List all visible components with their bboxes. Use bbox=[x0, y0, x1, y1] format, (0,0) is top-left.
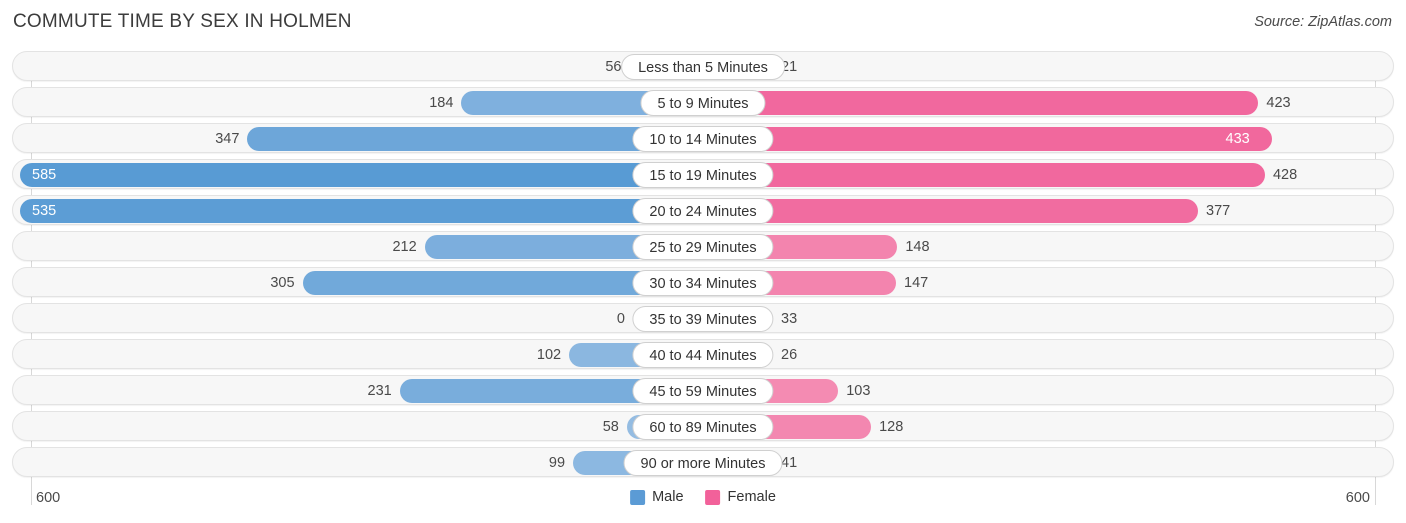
value-label-female: 433 bbox=[1225, 131, 1250, 147]
category-label: 10 to 14 Minutes bbox=[632, 126, 774, 152]
value-label-female: 33 bbox=[781, 311, 798, 327]
bar-male bbox=[20, 199, 703, 223]
chart-row: 58 128 60 to 89 Minutes bbox=[12, 411, 1394, 441]
category-label: 60 to 89 Minutes bbox=[632, 414, 774, 440]
category-label: 35 to 39 Minutes bbox=[632, 306, 774, 332]
chart-row: 0 33 35 to 39 Minutes bbox=[12, 303, 1394, 333]
chart-row: 585 428 15 to 19 Minutes bbox=[12, 159, 1394, 189]
value-label-male: 0 bbox=[616, 311, 625, 327]
legend-swatch-icon bbox=[705, 489, 721, 505]
value-label-male: 231 bbox=[367, 383, 392, 399]
value-label-male: 535 bbox=[32, 203, 57, 219]
value-label-female: 26 bbox=[781, 347, 798, 363]
chart-row: 231 103 45 to 59 Minutes bbox=[12, 375, 1394, 405]
category-label: Less than 5 Minutes bbox=[621, 54, 785, 80]
chart-container: COMMUTE TIME BY SEX IN HOLMEN Source: Zi… bbox=[0, 0, 1406, 523]
value-label-male: 102 bbox=[536, 347, 562, 363]
category-label: 40 to 44 Minutes bbox=[632, 342, 774, 368]
value-label-female: 147 bbox=[904, 275, 929, 291]
chart-row: 305 147 30 to 34 Minutes bbox=[12, 267, 1394, 297]
value-label-female: 148 bbox=[905, 239, 930, 255]
value-label-male: 305 bbox=[270, 275, 295, 291]
chart-row: 56 21 Less than 5 Minutes bbox=[12, 51, 1394, 81]
value-label-male: 347 bbox=[215, 131, 240, 147]
legend-item[interactable]: Female bbox=[705, 489, 776, 505]
chart-row: 212 148 25 to 29 Minutes bbox=[12, 231, 1394, 261]
value-label-male: 585 bbox=[32, 167, 57, 183]
value-label-male: 58 bbox=[602, 419, 619, 435]
value-label-male: 99 bbox=[548, 455, 566, 471]
value-label-male: 212 bbox=[392, 239, 417, 255]
axis-label-left: 600 bbox=[36, 490, 61, 506]
legend-item[interactable]: Male bbox=[630, 489, 684, 505]
chart-row: 99 41 90 or more Minutes bbox=[12, 447, 1394, 477]
bar-female bbox=[703, 163, 1265, 187]
value-label-female: 103 bbox=[846, 383, 871, 399]
category-label: 90 or more Minutes bbox=[623, 450, 783, 476]
legend-swatch-icon bbox=[630, 489, 646, 505]
bar-female bbox=[703, 127, 1272, 151]
value-label-female: 41 bbox=[781, 455, 798, 471]
plot-area: 56 21 Less than 5 Minutes 184 423 5 to 9 Minu… bbox=[0, 51, 1406, 505]
value-label-female: 428 bbox=[1272, 167, 1298, 183]
axis-label-right: 600 bbox=[1345, 490, 1370, 506]
category-label: 30 to 34 Minutes bbox=[632, 270, 774, 296]
value-label-male: 184 bbox=[429, 95, 454, 111]
category-label: 45 to 59 Minutes bbox=[632, 378, 774, 404]
page-title: COMMUTE TIME BY SEX IN HOLMEN bbox=[13, 11, 352, 32]
chart-legend: Male Female bbox=[630, 489, 776, 505]
chart-row: 184 423 5 to 9 Minutes bbox=[12, 87, 1394, 117]
source-attribution: Source: ZipAtlas.com bbox=[1254, 14, 1392, 30]
bar-male bbox=[20, 163, 703, 187]
chart-row: 347 433 10 to 14 Minutes bbox=[12, 123, 1394, 153]
bar-female bbox=[703, 91, 1259, 115]
chart-row: 102 26 40 to 44 Minutes bbox=[12, 339, 1394, 369]
value-label-female: 128 bbox=[879, 419, 904, 435]
category-label: 20 to 24 Minutes bbox=[632, 198, 774, 224]
category-label: 25 to 29 Minutes bbox=[632, 234, 774, 260]
chart-row: 535 377 20 to 24 Minutes bbox=[12, 195, 1394, 225]
value-label-female: 377 bbox=[1206, 203, 1231, 219]
value-label-female: 423 bbox=[1266, 95, 1291, 111]
value-label-male: 56 bbox=[605, 59, 622, 75]
legend-label: Male bbox=[652, 489, 684, 505]
category-label: 15 to 19 Minutes bbox=[632, 162, 774, 188]
bar-female bbox=[703, 199, 1198, 223]
legend-label: Female bbox=[727, 489, 776, 505]
category-label: 5 to 9 Minutes bbox=[640, 90, 766, 116]
